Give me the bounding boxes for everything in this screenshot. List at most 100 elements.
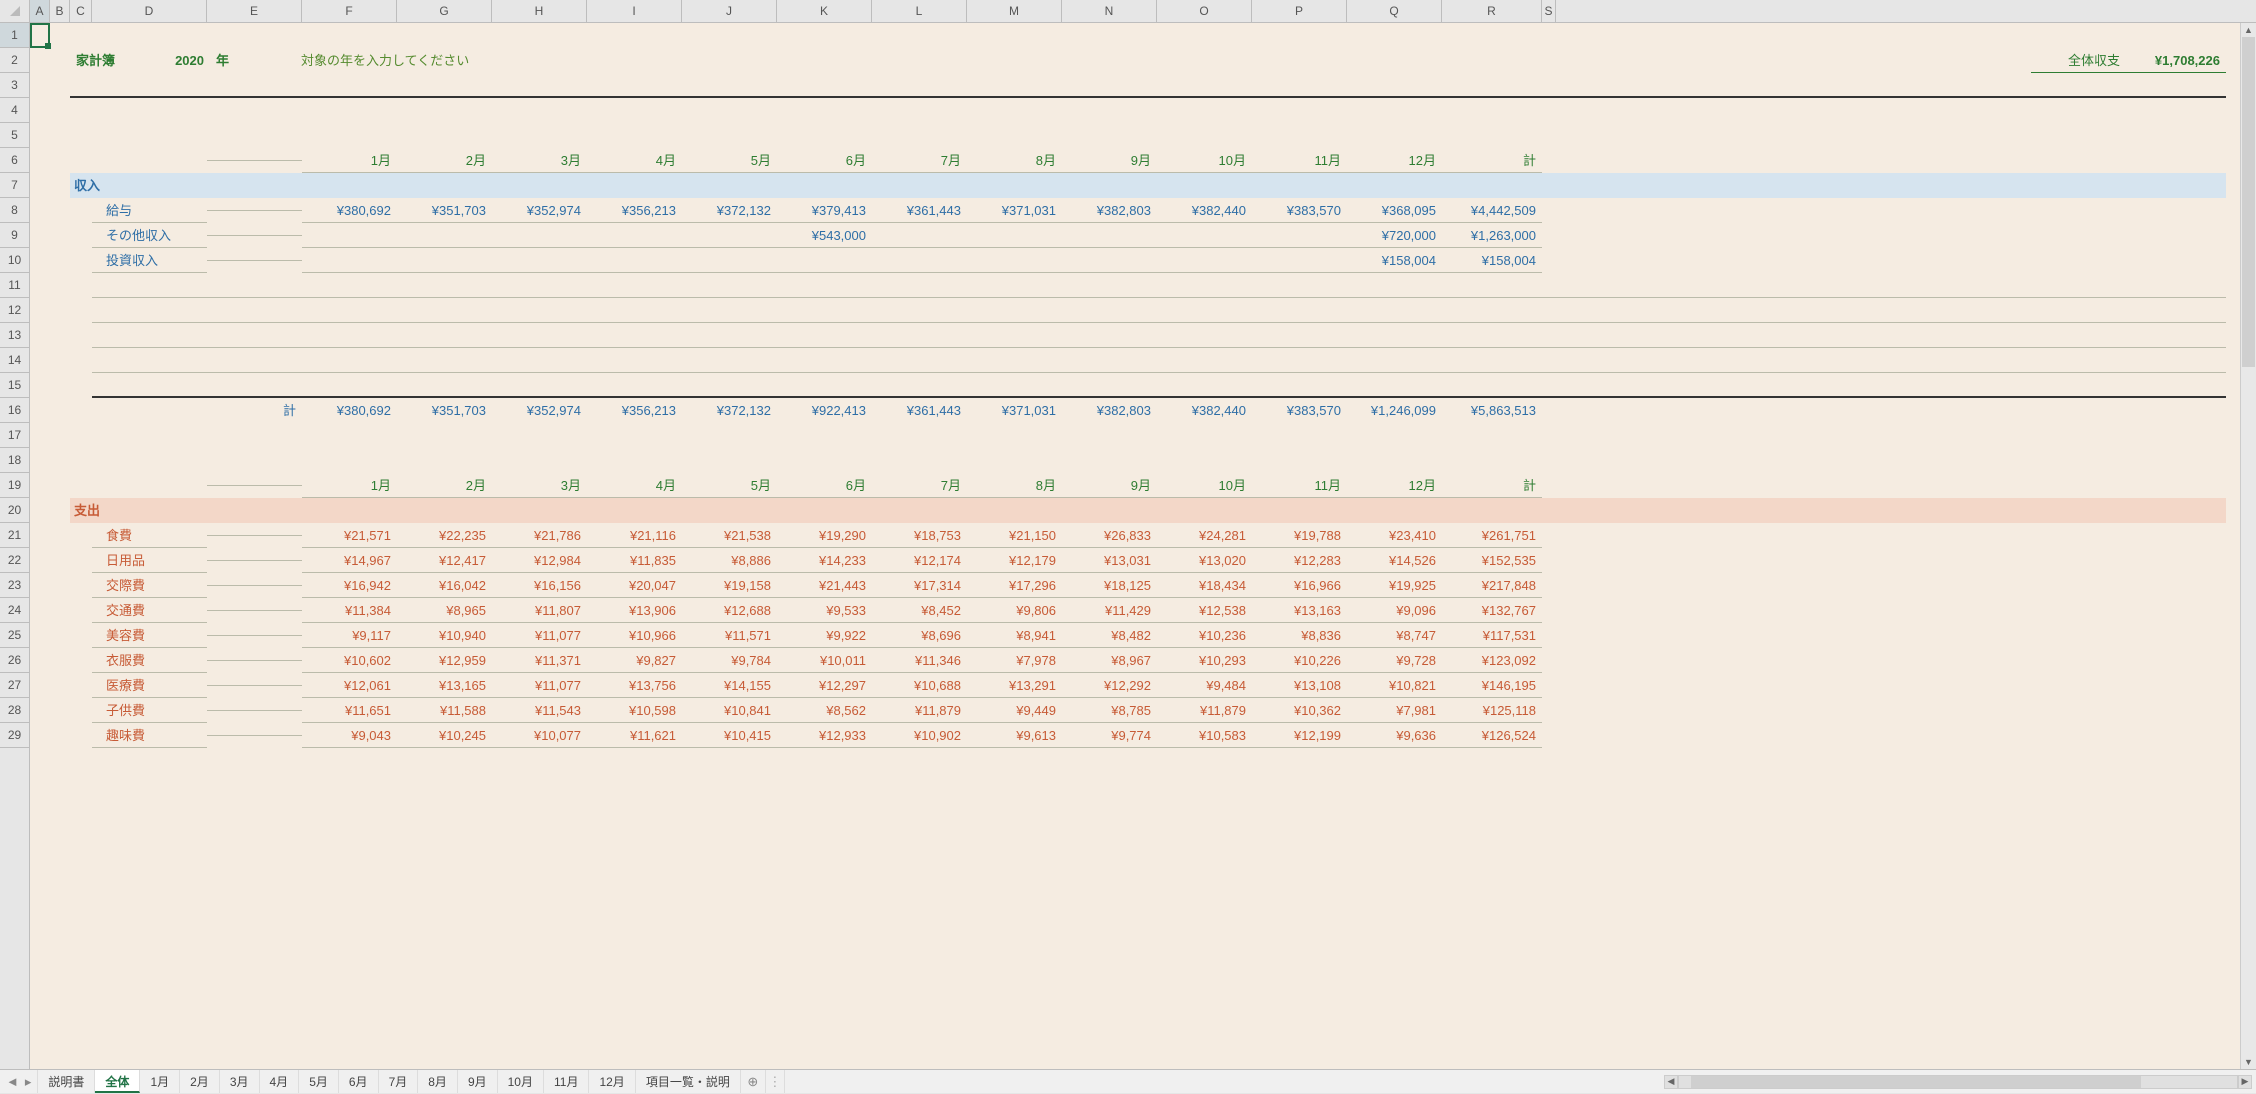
- row-head-8[interactable]: 8: [0, 198, 29, 223]
- spreadsheet-grid[interactable]: 家計簿2020年対象の年を入力してください全体収支¥1,708,2261月2月3…: [30, 23, 2240, 1069]
- col-head-O[interactable]: O: [1157, 0, 1252, 22]
- data-cell[interactable]: ¥21,116: [587, 523, 682, 548]
- sheet-tab[interactable]: 項目一覧・説明: [636, 1070, 741, 1093]
- data-cell[interactable]: ¥12,959: [397, 648, 492, 673]
- data-cell[interactable]: ¥9,806: [967, 598, 1062, 623]
- data-cell[interactable]: ¥9,449: [967, 698, 1062, 723]
- data-cell[interactable]: [302, 248, 397, 273]
- row-head-28[interactable]: 28: [0, 698, 29, 723]
- data-cell[interactable]: ¥10,077: [492, 723, 587, 748]
- scroll-up-button[interactable]: ▲: [2241, 23, 2256, 37]
- data-cell[interactable]: ¥11,429: [1062, 598, 1157, 623]
- data-cell[interactable]: ¥11,879: [1157, 698, 1252, 723]
- sheet-tab[interactable]: 3月: [220, 1070, 260, 1093]
- data-cell[interactable]: ¥26,833: [1062, 523, 1157, 548]
- data-cell[interactable]: [302, 223, 397, 248]
- data-cell[interactable]: ¥261,751: [1442, 523, 1542, 548]
- data-cell[interactable]: ¥13,165: [397, 673, 492, 698]
- data-cell[interactable]: ¥125,118: [1442, 698, 1542, 723]
- data-cell[interactable]: ¥10,841: [682, 698, 777, 723]
- data-cell[interactable]: ¥14,967: [302, 548, 397, 573]
- row-head-16[interactable]: 16: [0, 398, 29, 423]
- data-cell[interactable]: ¥9,784: [682, 648, 777, 673]
- data-cell[interactable]: ¥24,281: [1157, 523, 1252, 548]
- data-cell[interactable]: ¥12,984: [492, 548, 587, 573]
- col-head-P[interactable]: P: [1252, 0, 1347, 22]
- data-cell[interactable]: [682, 248, 777, 273]
- data-cell[interactable]: ¥117,531: [1442, 623, 1542, 648]
- data-cell[interactable]: ¥10,902: [872, 723, 967, 748]
- data-cell[interactable]: ¥158,004: [1347, 248, 1442, 273]
- data-cell[interactable]: [397, 223, 492, 248]
- data-cell[interactable]: ¥10,940: [397, 623, 492, 648]
- data-cell[interactable]: ¥10,226: [1252, 648, 1347, 673]
- sheet-tab[interactable]: 10月: [498, 1070, 544, 1093]
- data-cell[interactable]: ¥10,598: [587, 698, 682, 723]
- data-cell[interactable]: ¥4,442,509: [1442, 198, 1542, 223]
- data-cell[interactable]: ¥12,174: [872, 548, 967, 573]
- row-head-29[interactable]: 29: [0, 723, 29, 748]
- data-cell[interactable]: ¥7,981: [1347, 698, 1442, 723]
- row-head-22[interactable]: 22: [0, 548, 29, 573]
- data-cell[interactable]: ¥7,978: [967, 648, 1062, 673]
- col-head-G[interactable]: G: [397, 0, 492, 22]
- data-cell[interactable]: ¥14,233: [777, 548, 872, 573]
- data-cell[interactable]: [967, 223, 1062, 248]
- data-cell[interactable]: ¥11,807: [492, 598, 587, 623]
- sheet-tab[interactable]: 7月: [379, 1070, 419, 1093]
- data-cell[interactable]: ¥16,156: [492, 573, 587, 598]
- data-cell[interactable]: ¥8,836: [1252, 623, 1347, 648]
- data-cell[interactable]: [1157, 248, 1252, 273]
- data-cell[interactable]: ¥9,533: [777, 598, 872, 623]
- data-cell[interactable]: ¥9,827: [587, 648, 682, 673]
- data-cell[interactable]: ¥10,688: [872, 673, 967, 698]
- col-head-A[interactable]: A: [30, 0, 50, 22]
- data-cell[interactable]: ¥14,526: [1347, 548, 1442, 573]
- data-cell[interactable]: ¥13,291: [967, 673, 1062, 698]
- data-cell[interactable]: ¥8,886: [682, 548, 777, 573]
- data-cell[interactable]: ¥18,434: [1157, 573, 1252, 598]
- data-cell[interactable]: ¥9,728: [1347, 648, 1442, 673]
- data-cell[interactable]: ¥123,092: [1442, 648, 1542, 673]
- data-cell[interactable]: [872, 223, 967, 248]
- data-cell[interactable]: ¥8,452: [872, 598, 967, 623]
- row-head-21[interactable]: 21: [0, 523, 29, 548]
- data-cell[interactable]: [587, 248, 682, 273]
- row-head-4[interactable]: 4: [0, 98, 29, 123]
- data-cell[interactable]: ¥9,096: [1347, 598, 1442, 623]
- row-head-13[interactable]: 13: [0, 323, 29, 348]
- data-cell[interactable]: ¥9,043: [302, 723, 397, 748]
- data-cell[interactable]: ¥17,314: [872, 573, 967, 598]
- data-cell[interactable]: ¥13,756: [587, 673, 682, 698]
- data-cell[interactable]: [1062, 223, 1157, 248]
- row-head-15[interactable]: 15: [0, 373, 29, 398]
- row-head-9[interactable]: 9: [0, 223, 29, 248]
- data-cell[interactable]: ¥14,155: [682, 673, 777, 698]
- data-cell[interactable]: ¥11,621: [587, 723, 682, 748]
- data-cell[interactable]: ¥21,538: [682, 523, 777, 548]
- data-cell[interactable]: ¥12,061: [302, 673, 397, 698]
- sheet-tab[interactable]: 4月: [260, 1070, 300, 1093]
- col-head-R[interactable]: R: [1442, 0, 1542, 22]
- data-cell[interactable]: ¥10,245: [397, 723, 492, 748]
- add-sheet-button[interactable]: ⊕: [741, 1070, 765, 1093]
- data-cell[interactable]: ¥12,292: [1062, 673, 1157, 698]
- data-cell[interactable]: [397, 248, 492, 273]
- data-cell[interactable]: ¥13,163: [1252, 598, 1347, 623]
- data-cell[interactable]: ¥158,004: [1442, 248, 1542, 273]
- row-head-18[interactable]: 18: [0, 448, 29, 473]
- data-cell[interactable]: ¥16,942: [302, 573, 397, 598]
- data-cell[interactable]: ¥351,703: [397, 198, 492, 223]
- tab-nav-buttons[interactable]: ◄ ▸: [0, 1070, 38, 1093]
- data-cell[interactable]: ¥132,767: [1442, 598, 1542, 623]
- col-head-S[interactable]: S: [1542, 0, 1556, 22]
- data-cell[interactable]: [1157, 223, 1252, 248]
- data-cell[interactable]: ¥380,692: [302, 198, 397, 223]
- data-cell[interactable]: ¥20,047: [587, 573, 682, 598]
- data-cell[interactable]: ¥17,296: [967, 573, 1062, 598]
- sheet-tab[interactable]: 8月: [418, 1070, 458, 1093]
- vertical-scrollbar[interactable]: ▲ ▼: [2240, 23, 2256, 1069]
- data-cell[interactable]: ¥8,562: [777, 698, 872, 723]
- row-head-19[interactable]: 19: [0, 473, 29, 498]
- data-cell[interactable]: ¥21,443: [777, 573, 872, 598]
